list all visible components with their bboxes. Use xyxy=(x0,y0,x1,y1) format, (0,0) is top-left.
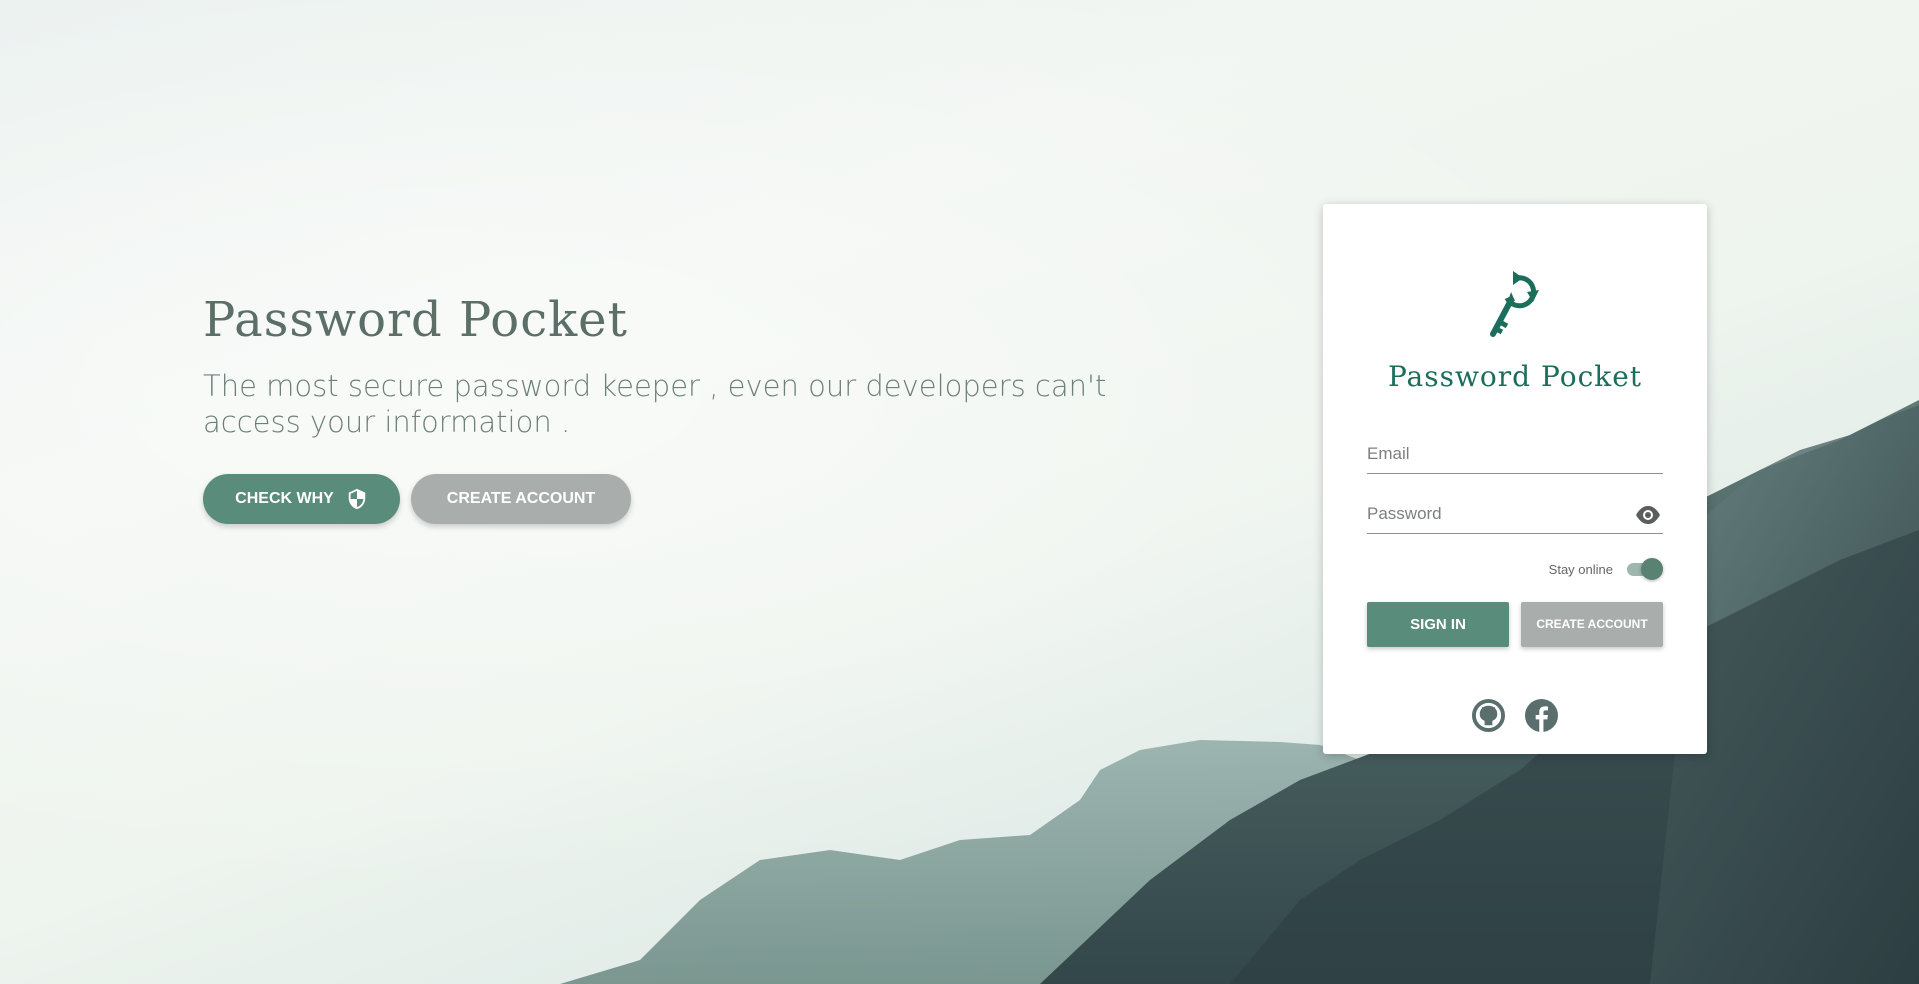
github-icon[interactable] xyxy=(1471,698,1506,733)
key-refresh-icon xyxy=(1485,268,1545,338)
sign-in-button[interactable]: SIGN IN xyxy=(1367,602,1509,647)
password-field-wrapper xyxy=(1367,499,1663,534)
hero-create-account-label: CREATE ACCOUNT xyxy=(446,490,596,507)
page: Password Pocket The most secure password… xyxy=(0,0,1919,984)
hero-title: Password Pocket xyxy=(203,292,628,348)
stay-online-toggle[interactable] xyxy=(1625,558,1663,580)
hero-tagline: The most secure password keeper , even o… xyxy=(203,369,1107,439)
sign-in-label: SIGN IN xyxy=(1410,616,1466,633)
check-why-label: CHECK WHY xyxy=(235,490,334,507)
create-account-button[interactable]: CREATE ACCOUNT xyxy=(1521,602,1663,647)
email-field-wrapper xyxy=(1367,439,1663,474)
check-why-button[interactable]: CHECK WHY xyxy=(203,474,400,524)
create-account-label: CREATE ACCOUNT xyxy=(1536,617,1648,631)
social-login-row xyxy=(1367,698,1663,733)
login-title: Password Pocket xyxy=(1387,360,1643,393)
hero-buttons: CHECK WHY CREATE ACCOUNT xyxy=(203,474,1163,524)
login-card: Password Pocket Stay online xyxy=(1323,204,1707,754)
password-field[interactable] xyxy=(1367,499,1617,529)
stay-online-row: Stay online xyxy=(1367,556,1663,582)
hero-section: Password Pocket The most secure password… xyxy=(203,292,1163,524)
hero-create-account-button[interactable]: CREATE ACCOUNT xyxy=(411,474,631,524)
facebook-icon[interactable] xyxy=(1524,698,1559,733)
login-buttons: SIGN IN CREATE ACCOUNT xyxy=(1367,602,1663,647)
stay-online-label: Stay online xyxy=(1548,561,1613,577)
eye-icon[interactable] xyxy=(1635,505,1661,525)
email-field[interactable] xyxy=(1367,439,1617,469)
toggle-knob xyxy=(1641,558,1663,580)
shield-icon xyxy=(346,488,368,510)
